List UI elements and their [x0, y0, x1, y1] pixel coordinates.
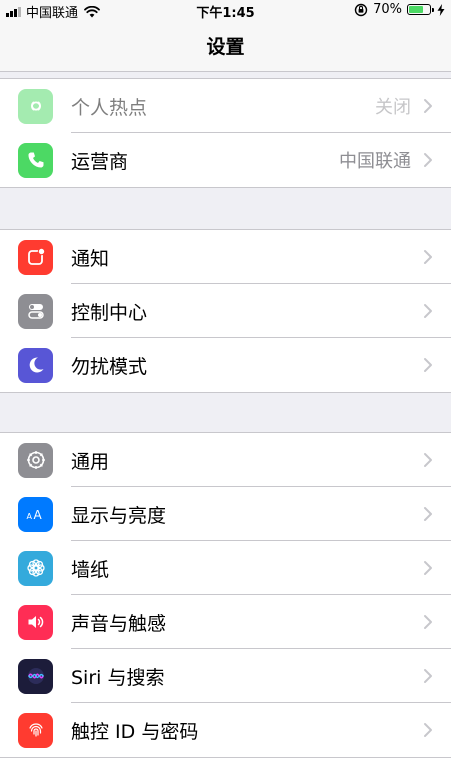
notifications-icon	[18, 239, 53, 275]
wallpaper-icon	[18, 550, 53, 586]
rotation-lock-icon	[354, 3, 368, 16]
hotspot-icon	[18, 88, 53, 124]
settings-row-value: 关闭	[375, 97, 411, 118]
settings-row-touch-id-passcode[interactable]: 触控 ID 与密码	[0, 703, 451, 757]
settings-row-control-center[interactable]: 控制中心	[0, 284, 451, 338]
settings-row-label: Siri 与搜索	[71, 666, 165, 689]
chevron-right-icon	[424, 669, 432, 683]
page-title: 设置	[206, 36, 245, 58]
settings-group-network: 个人热点 关闭 运营商 中国联通	[0, 78, 451, 188]
status-right: 70%	[354, 2, 445, 17]
chevron-right-icon	[424, 507, 432, 521]
sound-icon	[18, 604, 53, 640]
chevron-right-icon	[424, 250, 432, 264]
settings-row-do-not-disturb[interactable]: 勿扰模式	[0, 338, 451, 392]
siri-icon	[18, 658, 53, 694]
status-bar: 中国联通 下午1:45 70%	[0, 0, 451, 21]
settings-row-carrier[interactable]: 运营商 中国联通	[0, 133, 451, 187]
moon-icon	[18, 347, 53, 383]
settings-row-personal-hotspot[interactable]: 个人热点 关闭	[0, 79, 451, 133]
settings-row-siri-search[interactable]: Siri 与搜索	[0, 649, 451, 703]
chevron-right-icon	[424, 723, 432, 737]
settings-row-display-brightness[interactable]: A A 显示与亮度	[0, 487, 451, 541]
svg-text:A: A	[33, 508, 42, 522]
display-icon: A A	[18, 496, 53, 532]
settings-row-label: 墙纸	[71, 558, 110, 581]
battery-level-fill	[409, 6, 423, 13]
settings-row-label: 通用	[71, 450, 110, 473]
settings-row-label: 勿扰模式	[71, 355, 148, 378]
settings-row-label: 触控 ID 与密码	[71, 720, 199, 743]
chevron-right-icon	[424, 304, 432, 318]
battery-percent: 70%	[373, 2, 402, 17]
battery-icon	[407, 4, 434, 15]
chevron-right-icon	[424, 615, 432, 629]
settings-row-wallpaper[interactable]: 墙纸	[0, 541, 451, 595]
settings-group-notifications: 通知 控制中心 勿扰模式	[0, 229, 451, 393]
control-center-icon	[18, 293, 53, 329]
charging-bolt-icon	[437, 3, 445, 16]
settings-row-label: 通知	[71, 247, 110, 270]
settings-group-general: 通用 A A 显示与亮度 墙纸 声音与触感 Siri 与搜索 触控 ID 与密码	[0, 432, 451, 758]
settings-row-notifications[interactable]: 通知	[0, 230, 451, 284]
gear-icon	[18, 442, 53, 478]
navigation-bar: 设置	[0, 20, 451, 72]
fingerprint-icon	[18, 712, 53, 748]
settings-row-label: 控制中心	[71, 301, 148, 324]
chevron-right-icon	[424, 153, 432, 167]
svg-text:A: A	[26, 512, 32, 521]
settings-row-label: 个人热点	[71, 96, 148, 119]
settings-row-label: 声音与触感	[71, 612, 167, 635]
settings-row-general[interactable]: 通用	[0, 433, 451, 487]
chevron-right-icon	[424, 358, 432, 372]
chevron-right-icon	[424, 99, 432, 113]
chevron-right-icon	[424, 453, 432, 467]
settings-row-label: 显示与亮度	[71, 504, 167, 527]
settings-row-label: 运营商	[71, 150, 129, 173]
phone-icon	[18, 142, 53, 178]
settings-row-value: 中国联通	[339, 151, 411, 172]
chevron-right-icon	[424, 561, 432, 575]
settings-row-sounds-haptics[interactable]: 声音与触感	[0, 595, 451, 649]
